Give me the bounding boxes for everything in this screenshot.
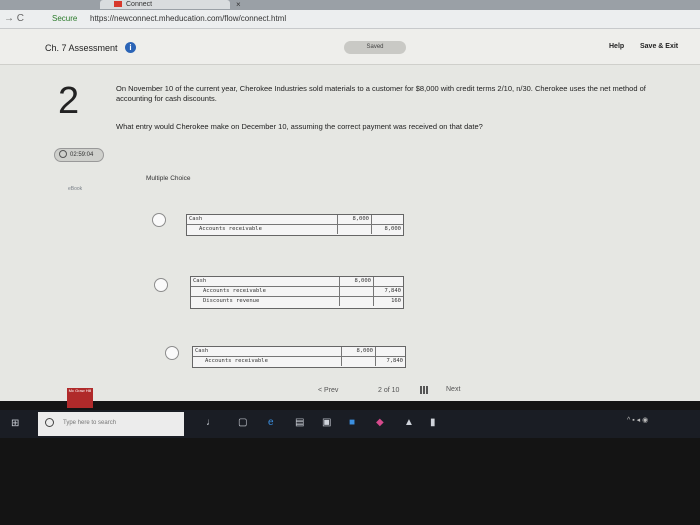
connect-favicon-icon <box>114 1 122 8</box>
info-icon[interactable]: i <box>125 42 136 53</box>
column-divider <box>337 215 338 224</box>
option-2-radio[interactable] <box>154 278 168 292</box>
save-exit-button[interactable]: Save & Exit <box>640 43 678 50</box>
next-button[interactable]: Next <box>446 386 460 393</box>
column-divider <box>339 277 340 286</box>
column-divider <box>373 277 374 286</box>
credit-amount: 160 <box>391 298 401 304</box>
tab-close-icon[interactable]: × <box>236 0 241 9</box>
journal-row: Accounts receivable 7,840 <box>191 287 403 297</box>
help-link[interactable]: Help <box>609 43 624 50</box>
option-2-journal-table: Cash 8,000 Accounts receivable 7,840 Dis… <box>190 276 404 309</box>
credit-amount: 7,840 <box>386 358 403 364</box>
question-type: Multiple Choice <box>146 175 191 182</box>
account-name: Discounts revenue <box>203 298 260 304</box>
nav-buttons[interactable]: → C <box>4 12 24 26</box>
page-total: 10 <box>391 387 400 394</box>
column-divider <box>371 225 372 234</box>
store-icon[interactable]: ▣ <box>322 417 331 428</box>
question-number: 2 <box>58 80 80 122</box>
column-divider <box>373 297 374 306</box>
option-3-journal-table: Cash 8,000 Accounts receivable 7,840 <box>192 346 406 368</box>
option-3-radio[interactable] <box>165 346 179 360</box>
prev-button[interactable]: < Prev <box>318 387 338 394</box>
timer: 02:59:04 <box>54 148 104 162</box>
account-name: Accounts receivable <box>205 358 268 364</box>
app-icon[interactable]: ■ <box>349 417 355 428</box>
assessment-title: Ch. 7 Assessment <box>45 43 118 53</box>
account-name: Cash <box>189 216 203 222</box>
column-divider <box>373 287 374 296</box>
journal-row: Cash 8,000 <box>187 215 403 225</box>
option-1-radio[interactable] <box>152 213 166 227</box>
debit-amount: 8,000 <box>354 278 371 284</box>
windows-start-icon[interactable]: ⊞ <box>11 418 19 429</box>
browser-tab[interactable]: Connect <box>100 0 230 9</box>
ebook-link[interactable]: eBook <box>68 186 82 192</box>
journal-row: Discounts revenue 160 <box>191 297 403 306</box>
app-icon[interactable]: ▲ <box>404 417 414 428</box>
column-divider <box>337 225 338 234</box>
journal-row: Accounts receivable 7,840 <box>193 357 405 366</box>
mcgraw-hill-logo: Mc Graw Hill <box>67 388 93 408</box>
file-explorer-icon[interactable]: ▤ <box>295 417 304 428</box>
url-text[interactable]: https://newconnect.mheducation.com/flow/… <box>90 14 286 24</box>
microphone-icon[interactable]: ♩ <box>206 417 216 428</box>
column-divider <box>339 287 340 296</box>
journal-row: Accounts receivable 8,000 <box>187 225 403 234</box>
account-name: Accounts receivable <box>199 226 262 232</box>
tab-title: Connect <box>126 1 153 8</box>
credit-amount: 7,840 <box>384 288 401 294</box>
debit-amount: 8,000 <box>356 348 373 354</box>
app-icon[interactable]: ◆ <box>376 417 384 428</box>
column-divider <box>339 297 340 306</box>
app-icon[interactable]: ▮ <box>430 417 436 428</box>
account-name: Cash <box>193 278 207 284</box>
credit-amount: 8,000 <box>384 226 401 232</box>
account-name: Accounts receivable <box>203 288 266 294</box>
edge-icon[interactable]: e <box>268 417 274 428</box>
search-icon <box>45 418 54 427</box>
saved-status: Saved <box>344 41 406 54</box>
option-1-journal-table: Cash 8,000 Accounts receivable 8,000 <box>186 214 404 236</box>
clock-icon <box>59 150 67 159</box>
column-divider <box>341 347 342 356</box>
column-divider <box>341 357 342 366</box>
journal-row: Cash 8,000 <box>193 347 405 357</box>
task-view-icon[interactable]: ▢ <box>238 417 247 428</box>
page-current: 2 <box>378 387 382 394</box>
page-of: of <box>383 387 390 394</box>
debit-amount: 8,000 <box>352 216 369 222</box>
timer-value: 02:59:04 <box>70 152 94 158</box>
journal-row: Cash 8,000 <box>191 277 403 287</box>
search-placeholder[interactable]: Type here to search <box>63 420 116 426</box>
question-prompt: What entry would Cherokee make on Decemb… <box>116 122 483 131</box>
secure-indicator: Secure <box>52 14 78 23</box>
column-divider <box>375 357 376 366</box>
column-divider <box>371 215 372 224</box>
page-indicator: 2 of 10 <box>378 387 399 394</box>
account-name: Cash <box>195 348 209 354</box>
column-divider <box>375 347 376 356</box>
system-tray-icons[interactable]: ^ ▪ ◂ ◉ <box>627 416 648 424</box>
question-text: On November 10 of the current year, Cher… <box>116 84 646 103</box>
grid-icon[interactable] <box>420 386 428 394</box>
